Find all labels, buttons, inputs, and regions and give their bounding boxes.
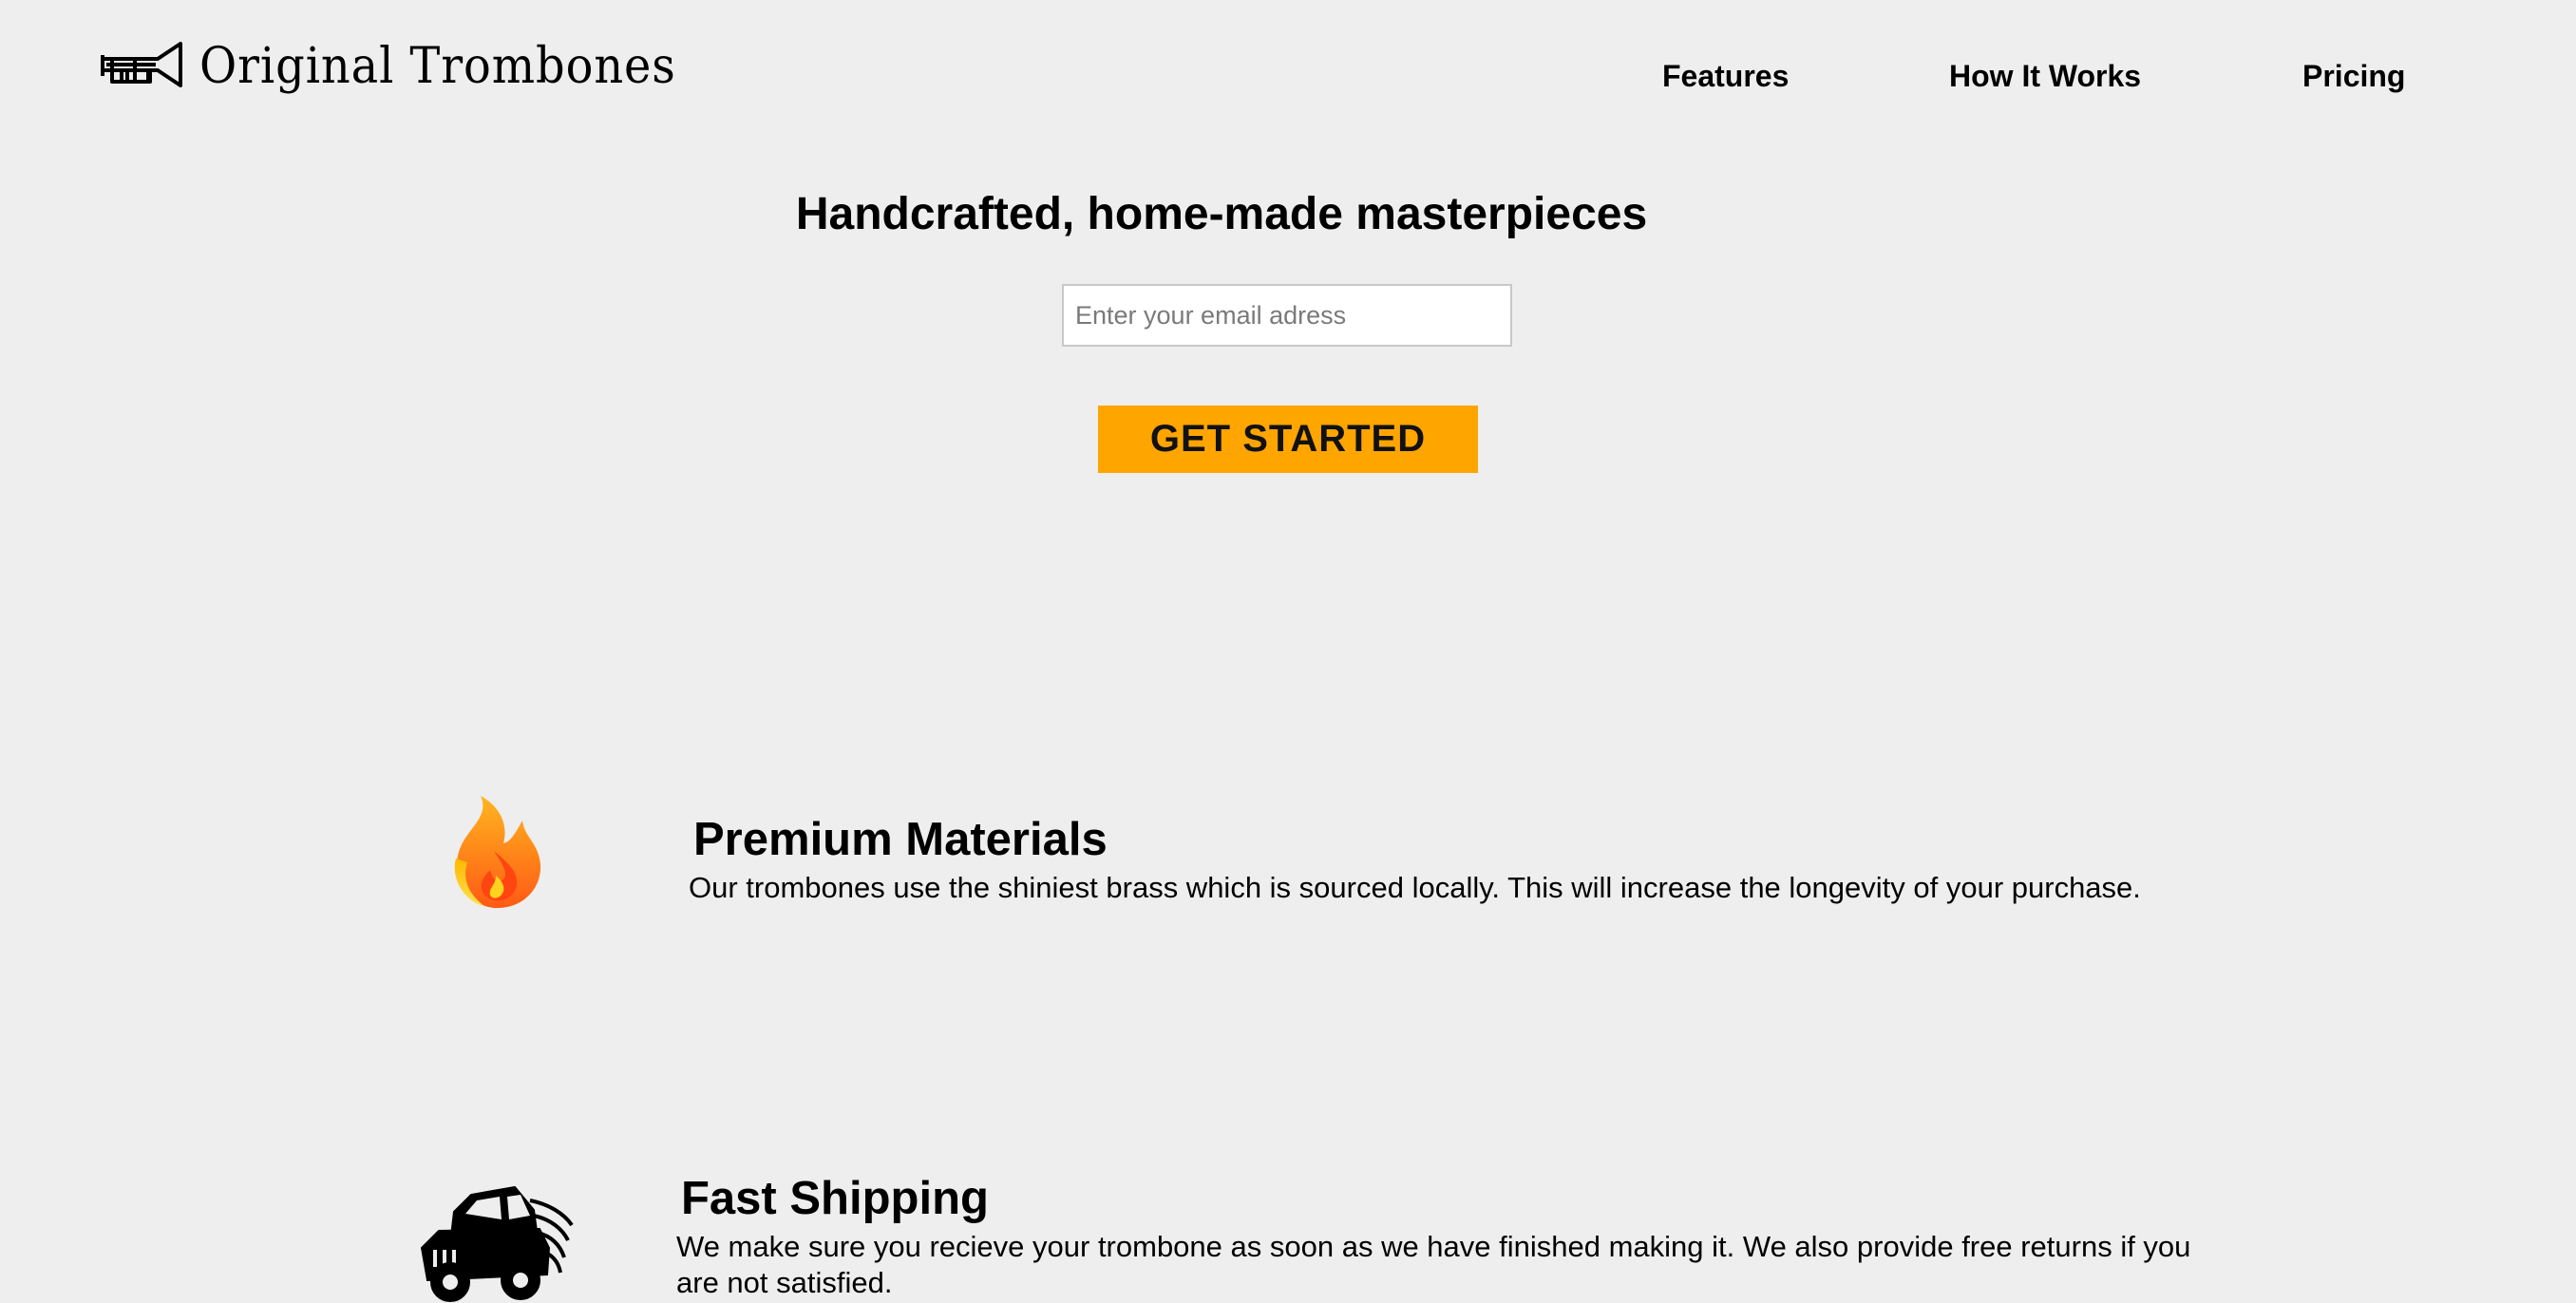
feature-description-premium-materials: Our trombones use the shiniest brass whi… [689, 871, 2141, 904]
get-started-button[interactable]: GET STARTED [1098, 406, 1478, 473]
nav-link-how-it-works[interactable]: How It Works [1949, 61, 2141, 91]
nav-link-features[interactable]: Features [1662, 61, 1789, 91]
fire-icon [454, 796, 541, 909]
email-input[interactable] [1062, 284, 1512, 347]
trombone-icon [101, 42, 182, 87]
nav-link-pricing[interactable]: Pricing [2302, 61, 2405, 91]
landing-page: Original Trombones Features How It Works… [0, 0, 2576, 1303]
feature-title-fast-shipping: Fast Shipping [681, 1173, 989, 1224]
feature-description-fast-shipping: We make sure you recieve your trombone a… [676, 1230, 2191, 1299]
jeep-icon [420, 1185, 574, 1302]
logo[interactable]: Original Trombones [99, 28, 717, 104]
feature-title-premium-materials: Premium Materials [693, 814, 1108, 865]
hero-title: Handcrafted, home-made masterpieces [795, 189, 1648, 239]
logo-text: Original Trombones [199, 38, 676, 95]
